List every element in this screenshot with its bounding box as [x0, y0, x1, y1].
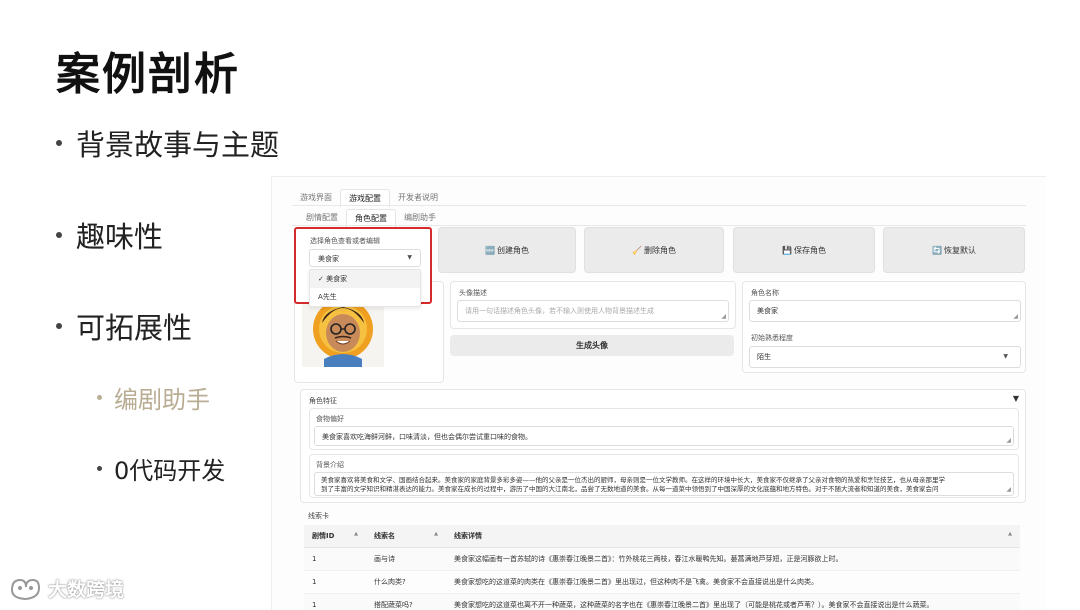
bullet-extensibility: 可拓展性	[56, 305, 192, 347]
background-input[interactable]: 美食家喜欢将美食和文学、国画结合起来。美食家的家庭背景多彩多姿——他的父亲是一位…	[314, 472, 1014, 496]
header-text: 线索详情	[454, 532, 482, 540]
character-select-value: 美食家	[318, 255, 339, 263]
clue-section-title: 线索卡	[308, 512, 329, 520]
background-label: 背景介绍	[316, 461, 344, 469]
restore-default-button[interactable]: 🔄 恢复默认	[883, 227, 1025, 273]
background-panel: 背景介绍 美食家喜欢将美食和文学、国画结合起来。美食家的家庭背景多彩多姿——他的…	[309, 454, 1019, 498]
brand-logo-icon	[10, 578, 41, 600]
clue-id-cell: 1	[304, 593, 366, 610]
dropdown-option-gourmet[interactable]: ✓ 美食家	[310, 270, 420, 288]
button-label: 恢复默认	[943, 245, 976, 255]
table-row[interactable]: 1 画与诗 美食家这幅画有一首苏轼的诗《惠崇春江晚景二首》：竹外桃花三两枝，春江…	[304, 547, 1020, 571]
bullet-text: 0代码开发	[114, 457, 226, 485]
avatar-desc-placeholder: 请用一句话描述角色头像，若不输入则使用人物背景描述生成	[465, 307, 654, 315]
clue-header-name[interactable]: 线索名 ▲	[366, 525, 446, 548]
sub-tab-divider	[292, 225, 1026, 226]
sub-bullet-script-assistant: 编剧助手	[97, 380, 210, 415]
character-selector-highlight: 选择角色查看或者编辑 美食家 ▼ ✓ 美食家 A先生	[294, 227, 432, 307]
traits-section-title: 角色特征	[309, 397, 337, 405]
chevron-down-icon: ▼	[407, 254, 412, 261]
bullet-text: 可拓展性	[76, 311, 193, 345]
role-info-panel: 角色名称 美食家 ◢ 初始熟悉程度 陌生 ▼	[742, 281, 1026, 373]
sub-bullet-no-code: 0代码开发	[97, 451, 225, 486]
bullet-dot	[97, 466, 102, 471]
tab-divider	[292, 205, 1026, 206]
character-dropdown: ✓ 美食家 A先生	[309, 269, 421, 307]
broom-icon: 🧹	[632, 245, 642, 255]
bullet-text: 背景故事与主题	[76, 128, 280, 162]
sort-icon: ▲	[354, 531, 358, 537]
app-screenshot: 游戏界面 游戏配置 开发者说明 剧情配置 角色配置 编剧助手 选择角色查看或者编…	[271, 176, 1046, 610]
new-icon: 🆕	[485, 245, 495, 255]
clue-name-cell: 什么肉类?	[366, 570, 446, 594]
sort-icon: ▲	[434, 531, 438, 537]
collapse-triangle-icon[interactable]: ▼	[1013, 394, 1019, 403]
button-label: 删除角色	[643, 245, 676, 255]
role-name-value: 美食家	[757, 307, 778, 315]
chevron-down-icon: ▼	[1003, 353, 1008, 360]
create-character-button[interactable]: 🆕 创建角色	[438, 227, 576, 273]
clue-detail-cell: 美食家这幅画有一首苏轼的诗《惠崇春江晚景二首》：竹外桃花三两枝，春江水暖鸭先知。…	[446, 547, 1020, 571]
character-selector-label: 选择角色查看或者编辑	[310, 237, 380, 245]
watermark-logo: 大数跨境	[8, 575, 124, 602]
clue-header-detail[interactable]: 线索详情 ▲	[446, 525, 1020, 548]
avatar-desc-panel: 头像描述 请用一句话描述角色头像，若不输入则使用人物背景描述生成 ◢	[450, 281, 736, 329]
refresh-icon: 🔄	[932, 245, 942, 255]
table-row[interactable]: 1 什么肉类? 美食家想吃的这道菜的肉类在《惠崇春江晚景二首》里出现过，但这种肉…	[304, 570, 1020, 594]
clue-detail-cell: 美食家想吃的这道菜也离不开一种蔬菜，这种蔬菜的名字也在《惠崇春江晚景二首》里出现…	[446, 593, 1020, 610]
bullet-dot	[56, 140, 62, 146]
food-pref-input[interactable]: 美食家喜欢吃海鲜河鲜，口味清淡，但也会偶尔尝试重口味的食物。 ◢	[314, 426, 1014, 446]
delete-character-button[interactable]: 🧹 删除角色	[584, 227, 724, 273]
bullet-dot	[56, 323, 62, 329]
food-pref-panel: 食物偏好 美食家喜欢吃海鲜河鲜，口味清淡，但也会偶尔尝试重口味的食物。 ◢	[309, 408, 1019, 450]
generate-avatar-button[interactable]: 生成头像	[450, 335, 734, 356]
role-name-input[interactable]: 美食家 ◢	[749, 300, 1021, 322]
clue-detail-cell: 美食家想吃的这道菜的肉类在《惠崇春江晚景二首》里出现过，但这种肉不是飞禽。美食家…	[446, 570, 1020, 594]
familiarity-value: 陌生	[757, 353, 771, 361]
clue-name-cell: 搭配蔬菜吗?	[366, 593, 446, 610]
background-line-1: 美食家喜欢将美食和文学、国画结合起来。美食家的家庭背景多彩多姿——他的父亲是一位…	[321, 476, 945, 484]
dropdown-option-mr-a[interactable]: A先生	[310, 288, 420, 306]
bullet-dot	[56, 232, 62, 238]
save-icon: 💾	[782, 245, 792, 255]
clue-id-cell: 1	[304, 547, 366, 571]
clue-table: 剧情ID ▲ 线索名 ▲ 线索详情 ▲ 1 画与诗 美食家这幅画有一首苏轼的诗《惠崇春…	[304, 525, 1020, 610]
food-pref-value: 美食家喜欢吃海鲜河鲜，口味清淡，但也会偶尔尝试重口味的食物。	[322, 433, 532, 441]
resize-handle-icon: ◢	[1006, 486, 1011, 493]
character-select[interactable]: 美食家 ▼	[309, 249, 421, 267]
familiarity-label: 初始熟悉程度	[751, 334, 793, 342]
save-character-button[interactable]: 💾 保存角色	[733, 227, 875, 273]
header-text: 剧情ID	[312, 532, 335, 540]
bullet-dot	[97, 395, 102, 400]
background-line-2: 到了丰富的文学知识和精湛表达的能力。美食家在成长的过程中，游历了中国的大江南北，…	[321, 485, 939, 493]
bullet-text: 编剧助手	[114, 386, 210, 414]
bullet-text: 趣味性	[76, 220, 164, 254]
sort-icon: ▲	[1008, 531, 1012, 537]
resize-handle-icon: ◢	[1006, 437, 1011, 444]
button-label: 创建角色	[496, 245, 529, 255]
clue-name-cell: 画与诗	[366, 547, 446, 571]
watermark-text: 大数跨境	[48, 579, 125, 601]
avatar-desc-input[interactable]: 请用一句话描述角色头像，若不输入则使用人物背景描述生成 ◢	[457, 300, 729, 322]
avatar-desc-label: 头像描述	[459, 289, 487, 297]
bullet-fun: 趣味性	[56, 214, 163, 256]
familiarity-select[interactable]: 陌生 ▼	[749, 346, 1021, 368]
traits-panel: 角色特征 ▼ 食物偏好 美食家喜欢吃海鲜河鲜，口味清淡，但也会偶尔尝试重口味的食…	[300, 389, 1026, 503]
bullet-list: 背景故事与主题 趣味性 可拓展性 编剧助手 0代码开发	[56, 0, 306, 610]
bullet-background-story: 背景故事与主题	[56, 122, 279, 164]
role-name-label: 角色名称	[751, 289, 779, 297]
clue-id-cell: 1	[304, 570, 366, 594]
clue-header-id[interactable]: 剧情ID ▲	[304, 525, 366, 548]
button-label: 保存角色	[793, 245, 826, 255]
resize-handle-icon: ◢	[1013, 313, 1018, 320]
header-text: 线索名	[374, 532, 395, 540]
table-row[interactable]: 1 搭配蔬菜吗? 美食家想吃的这道菜也离不开一种蔬菜，这种蔬菜的名字也在《惠崇春…	[304, 593, 1020, 610]
resize-handle-icon: ◢	[721, 313, 726, 320]
food-pref-label: 食物偏好	[316, 415, 344, 423]
